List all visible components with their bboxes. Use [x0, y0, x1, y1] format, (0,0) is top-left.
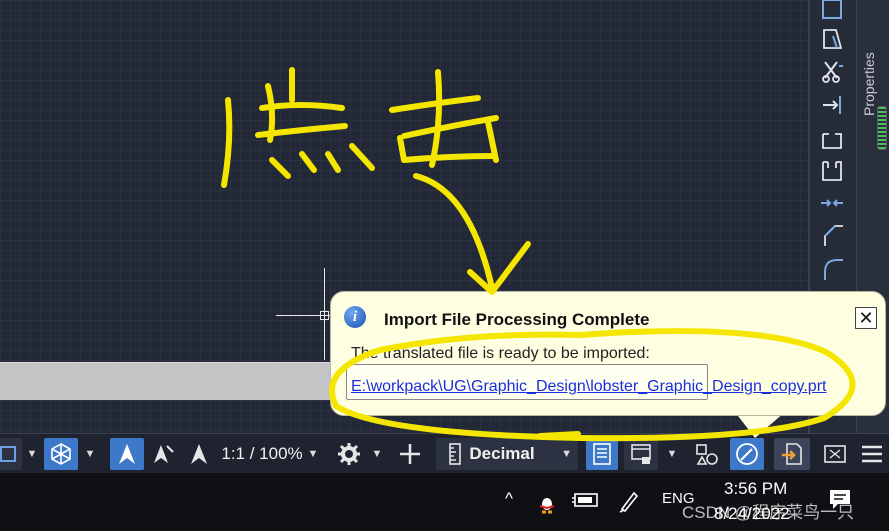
fillet-icon[interactable] — [819, 256, 845, 282]
status-bar: ▼ ▼ 1:1 / 100% ▼ ▼ Decimal ▼ ▼ — [0, 433, 889, 473]
battery-icon[interactable] — [572, 492, 600, 508]
model-space-icon[interactable] — [0, 438, 22, 470]
gear-icon[interactable] — [334, 438, 364, 470]
units-label: Decimal — [469, 444, 535, 463]
close-button[interactable]: ✕ — [855, 307, 877, 329]
break-at-point-icon[interactable] — [819, 158, 845, 184]
join-icon[interactable] — [819, 190, 845, 216]
units-ruler-icon — [449, 443, 461, 465]
annotation-visibility-icon[interactable] — [146, 438, 180, 470]
trim-scissors-icon[interactable] — [819, 58, 845, 84]
annotation-scale-value[interactable]: 1:1 / 100% — [220, 438, 304, 470]
properties-panel-label[interactable]: Properties — [861, 36, 885, 116]
plus-icon[interactable] — [394, 438, 426, 470]
aligned-dimension-icon[interactable] — [819, 26, 845, 52]
clock-time[interactable]: 3:56 PM — [724, 479, 787, 499]
annotation-scale-icon[interactable] — [110, 438, 144, 470]
isometric-view-icon[interactable] — [44, 438, 78, 470]
watermark: CSDN @程序菜鸟一只 — [682, 503, 855, 522]
signal-meter-icon — [877, 106, 887, 150]
cursor-pickbox — [320, 311, 329, 320]
show-hidden-icons-chevron[interactable]: ^ — [505, 489, 513, 509]
units-chevron-icon: ▼ — [561, 448, 572, 460]
import-notification-balloon: i Import File Processing Complete ✕ The … — [330, 291, 886, 416]
break-icon[interactable] — [819, 126, 845, 152]
balloon-title: Import File Processing Complete — [384, 310, 650, 329]
lock-ui-icon[interactable] — [624, 438, 658, 470]
pen-icon[interactable] — [618, 489, 640, 513]
balloon-message: The translated file is ready to be impor… — [351, 345, 650, 362]
extend-icon[interactable] — [819, 92, 845, 118]
import-file-notification-icon[interactable] — [774, 438, 810, 470]
imported-file-link[interactable]: E:\workpack\UG\Graphic_Design\lobster_Gr… — [351, 378, 826, 396]
command-line[interactable] — [0, 362, 340, 400]
units-dropdown[interactable]: Decimal ▼ — [436, 438, 578, 470]
dimension-tool-icon[interactable] — [819, 0, 845, 22]
qq-penguin-icon[interactable] — [536, 488, 558, 514]
customization-menu-icon[interactable] — [856, 438, 888, 470]
model-space-chevron-icon[interactable]: ▼ — [22, 438, 42, 470]
annotation-scale-label: 1:1 / 100% — [221, 444, 303, 463]
gear-chevron-icon[interactable]: ▼ — [368, 438, 386, 470]
info-icon: i — [344, 306, 366, 328]
hardware-acceleration-icon[interactable] — [730, 438, 764, 470]
isometric-chevron-icon[interactable]: ▼ — [80, 438, 100, 470]
quick-properties-icon[interactable] — [586, 438, 618, 470]
clean-screen-icon[interactable] — [818, 438, 852, 470]
annotation-autoscale-icon[interactable] — [182, 438, 216, 470]
chamfer-icon[interactable] — [819, 222, 845, 248]
lock-chevron-icon[interactable]: ▼ — [662, 438, 682, 470]
isolate-objects-icon[interactable] — [690, 438, 722, 470]
scale-chevron-icon[interactable]: ▼ — [304, 438, 322, 470]
